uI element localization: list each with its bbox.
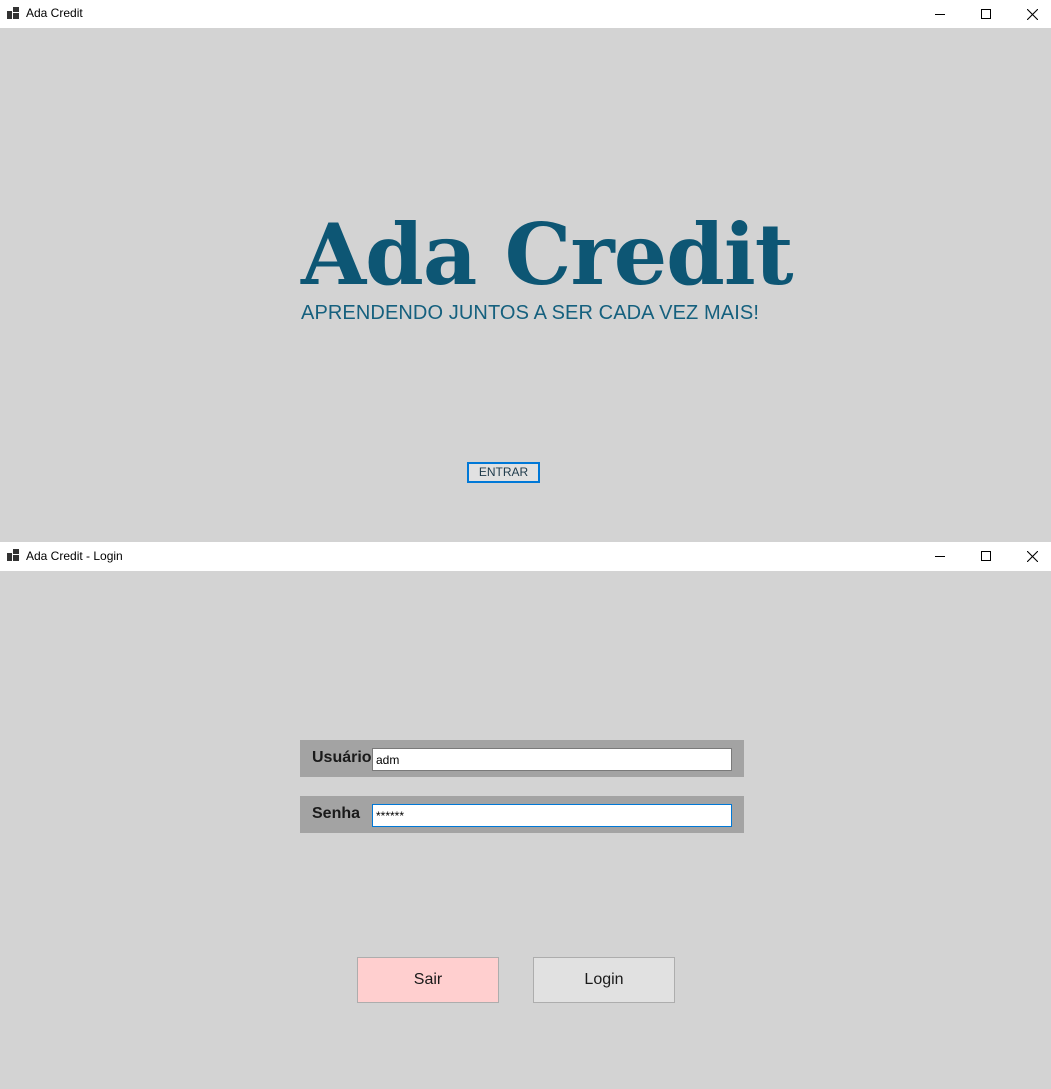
minimize-icon — [935, 14, 945, 15]
title-bar[interactable]: Ada Credit - Login — [0, 542, 1051, 571]
window-title: Ada Credit - Login — [26, 549, 123, 563]
title-bar[interactable]: Ada Credit — [0, 0, 1051, 28]
maximize-icon — [981, 9, 991, 19]
enter-button[interactable]: ENTRAR — [467, 462, 540, 483]
login-window: Ada Credit - Login Usuário Senha Sair Lo… — [0, 542, 1051, 1089]
maximize-button[interactable] — [963, 0, 1009, 28]
minimize-button[interactable] — [917, 542, 963, 570]
maximize-button[interactable] — [963, 542, 1009, 570]
maximize-icon — [981, 551, 991, 561]
main-window: Ada Credit Ada Credit APRENDENDO JUNTOS … — [0, 0, 1051, 542]
window-title: Ada Credit — [26, 6, 83, 20]
brand-title: Ada Credit — [301, 205, 794, 304]
close-icon — [1026, 8, 1038, 20]
close-button[interactable] — [1009, 0, 1051, 28]
close-icon — [1026, 550, 1038, 562]
username-input[interactable] — [372, 748, 732, 771]
username-row: Usuário — [300, 740, 744, 777]
password-input[interactable] — [372, 804, 732, 827]
minimize-icon — [935, 556, 945, 557]
exit-button[interactable]: Sair — [357, 957, 499, 1003]
password-label: Senha — [312, 805, 361, 822]
brand-tagline: APRENDENDO JUNTOS A SER CADA VEZ MAIS! — [301, 302, 759, 324]
minimize-button[interactable] — [917, 0, 963, 28]
username-label: Usuário — [312, 749, 372, 766]
login-button[interactable]: Login — [533, 957, 675, 1003]
password-row: Senha — [300, 796, 744, 833]
app-icon — [7, 7, 19, 19]
app-icon — [7, 549, 19, 561]
close-button[interactable] — [1009, 542, 1051, 570]
